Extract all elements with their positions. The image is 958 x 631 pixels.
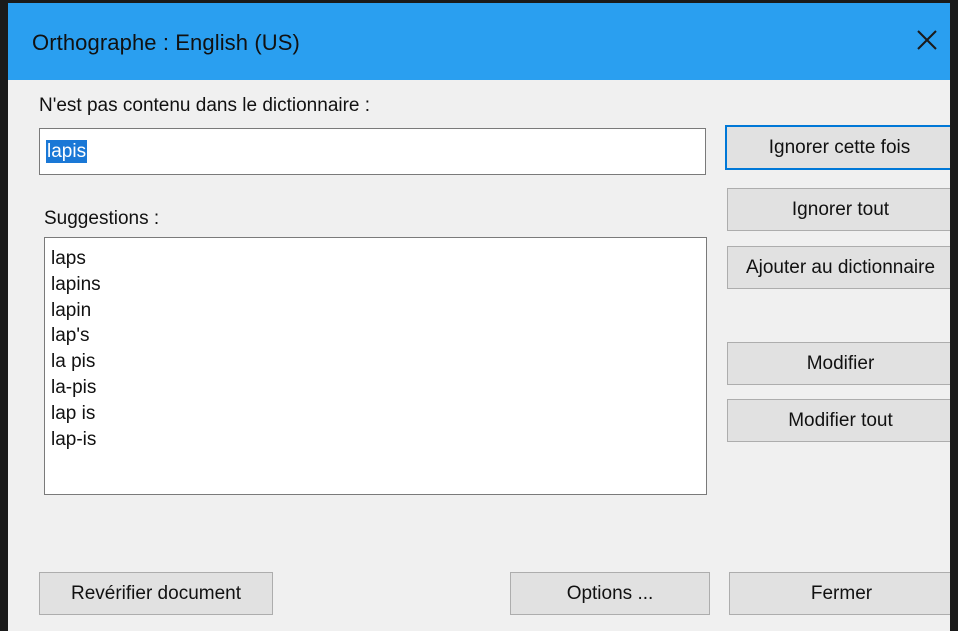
options-button[interactable]: Options ... [510, 572, 710, 615]
list-item[interactable]: lap is [51, 401, 700, 427]
suggestions-list[interactable]: laps lapins lapin lap's la pis la-pis la… [44, 237, 707, 495]
title-bar: Orthographe : English (US) [8, 3, 950, 80]
list-item[interactable]: lap's [51, 323, 700, 349]
suggestions-label: Suggestions : [44, 208, 160, 229]
close-icon[interactable] [904, 25, 950, 59]
add-to-dictionary-button[interactable]: Ajouter au dictionnaire [727, 246, 950, 289]
ignore-all-button[interactable]: Ignorer tout [727, 188, 950, 231]
list-item[interactable]: lap-is [51, 427, 700, 453]
change-all-button[interactable]: Modifier tout [727, 399, 950, 442]
list-item[interactable]: la pis [51, 349, 700, 375]
list-item[interactable]: laps [51, 246, 700, 272]
spelling-dialog: Orthographe : English (US) N'est pas con… [0, 0, 958, 631]
not-in-dictionary-label: N'est pas contenu dans le dictionnaire : [39, 95, 371, 116]
window-title: Orthographe : English (US) [32, 30, 300, 55]
list-item[interactable]: la-pis [51, 375, 700, 401]
close-button[interactable]: Fermer [729, 572, 950, 615]
misspelled-word-field[interactable]: lapis [39, 128, 706, 175]
change-button[interactable]: Modifier [727, 342, 950, 385]
list-item[interactable]: lapin [51, 298, 700, 324]
list-item[interactable]: lapins [51, 272, 700, 298]
misspelled-word-selection[interactable]: lapis [46, 140, 88, 163]
recheck-document-button[interactable]: Revérifier document [39, 572, 273, 615]
ignore-once-button[interactable]: Ignorer cette fois [725, 125, 950, 170]
